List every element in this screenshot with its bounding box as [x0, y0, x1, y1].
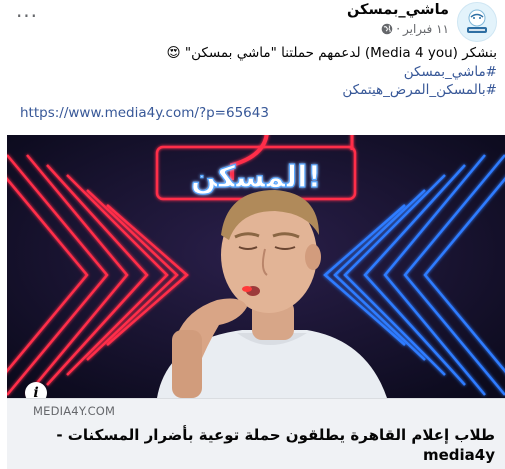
facebook-post: ماشي_بمسكن ١١ فبراير · ··· بنشكر (Media …	[0, 0, 505, 469]
campaign-image: المسكن!	[7, 135, 505, 398]
hashtag-link[interactable]: #ماشي_بمسكن	[17, 63, 497, 82]
preview-domain: MEDIA4Y.COM	[33, 404, 116, 418]
post-url-link[interactable]: https://www.media4y.com/?p=65643	[20, 105, 269, 121]
post-date[interactable]: ١١ فبراير	[403, 22, 449, 36]
hashtag-link[interactable]: #بالمسكن_المرض_هيتمكن	[17, 81, 497, 100]
post-text-line: بنشكر (Media 4 you) لدعمهم حملتنا "ماشي …	[17, 44, 498, 63]
more-options-icon: ···	[15, 4, 39, 28]
image-overlay-text: المسكن!	[191, 160, 321, 195]
more-options-button[interactable]: ···	[10, 2, 44, 30]
link-preview-image[interactable]: المسكن!	[7, 135, 505, 398]
post-meta: ١١ فبراير ·	[381, 22, 449, 36]
avatar-logo-icon	[458, 3, 496, 41]
globe-icon	[381, 23, 393, 35]
preview-headline: طلاب إعلام القاهرة يطلقون حملة توعية بأض…	[56, 426, 495, 464]
link-preview-card[interactable]: MEDIA4Y.COM طلاب إعلام القاهرة يطلقون حم…	[7, 398, 505, 469]
page-avatar[interactable]	[457, 2, 497, 42]
smiling-hearts-emoji: 😍	[166, 45, 181, 61]
meta-separator: ·	[396, 22, 401, 36]
page-name-link[interactable]: ماشي_بمسكن	[347, 2, 449, 18]
post-body: بنشكر (Media 4 you) لدعمهم حملتنا "ماشي …	[17, 44, 498, 100]
post-text-main: بنشكر (Media 4 you) لدعمهم حملتنا "ماشي …	[184, 45, 497, 61]
